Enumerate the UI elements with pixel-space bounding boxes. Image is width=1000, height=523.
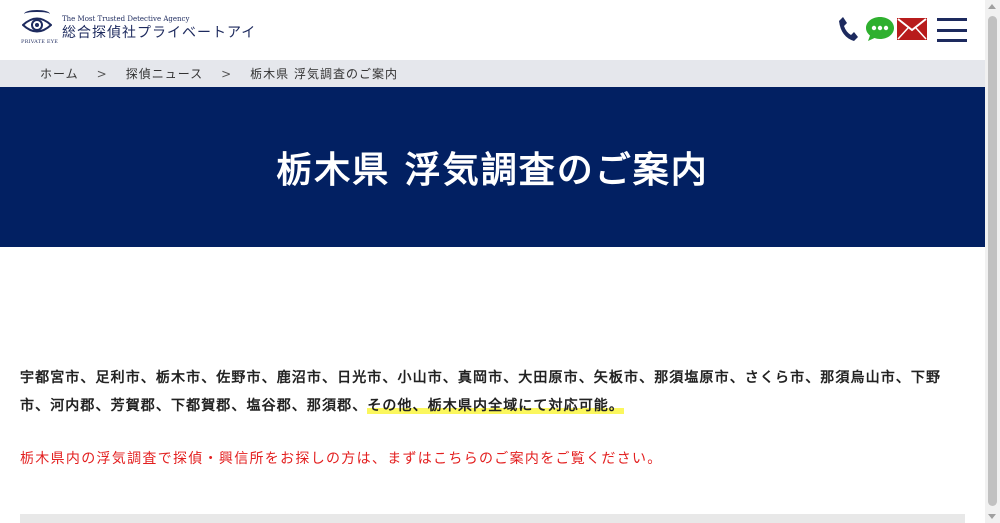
hamburger-menu-icon[interactable] — [937, 16, 967, 42]
logo-caption: PRIVATE EYE — [21, 39, 59, 45]
breadcrumb: ホーム > 探偵ニュース > 栃木県 浮気調査のご案内 — [0, 60, 985, 87]
service-area-text: 宇都宮市、足利市、栃木市、佐野市、鹿沼市、日光市、小山市、真岡市、大田原市、矢板… — [20, 364, 965, 420]
site-header: PRIVATE EYE The Most Trusted Detective A… — [0, 0, 985, 60]
breadcrumb-separator: > — [96, 66, 108, 81]
eye-logo-icon: PRIVATE EYE — [20, 10, 58, 48]
breadcrumb-news-link[interactable]: 探偵ニュース — [126, 65, 203, 82]
scroll-down-arrow-icon[interactable] — [988, 514, 996, 519]
article-content: 宇都宮市、足利市、栃木市、佐野市、鹿沼市、日光市、小山市、真岡市、大田原市、矢板… — [20, 364, 965, 470]
service-area-highlight: その他、栃木県内全域にて対応可能。 — [367, 398, 625, 414]
mail-icon[interactable] — [897, 14, 927, 44]
page-scrollbar[interactable] — [985, 0, 1000, 523]
page-title: 栃木県 浮気調査のご案内 — [276, 150, 709, 191]
scrollbar-thumb[interactable] — [988, 16, 997, 506]
article-image — [20, 514, 965, 523]
logo-name: 総合探偵社プライベートアイ — [62, 25, 257, 41]
logo-tagline: The Most Trusted Detective Agency — [62, 15, 190, 23]
breadcrumb-separator: > — [221, 66, 233, 81]
notice-text: 栃木県内の浮気調査で探偵・興信所をお探しの方は、まずはこちらのご案内をご覧くださ… — [20, 451, 663, 467]
phone-icon[interactable] — [833, 14, 863, 44]
hero-banner: 栃木県 浮気調査のご案内 — [0, 87, 985, 247]
breadcrumb-current: 栃木県 浮気調査のご案内 — [250, 67, 398, 81]
site-logo[interactable]: PRIVATE EYE The Most Trusted Detective A… — [20, 10, 256, 48]
scroll-up-arrow-icon[interactable] — [988, 4, 996, 9]
breadcrumb-home-link[interactable]: ホーム — [40, 65, 79, 82]
chat-icon[interactable] — [865, 14, 895, 44]
header-actions — [833, 14, 967, 44]
page: PRIVATE EYE The Most Trusted Detective A… — [0, 0, 985, 523]
